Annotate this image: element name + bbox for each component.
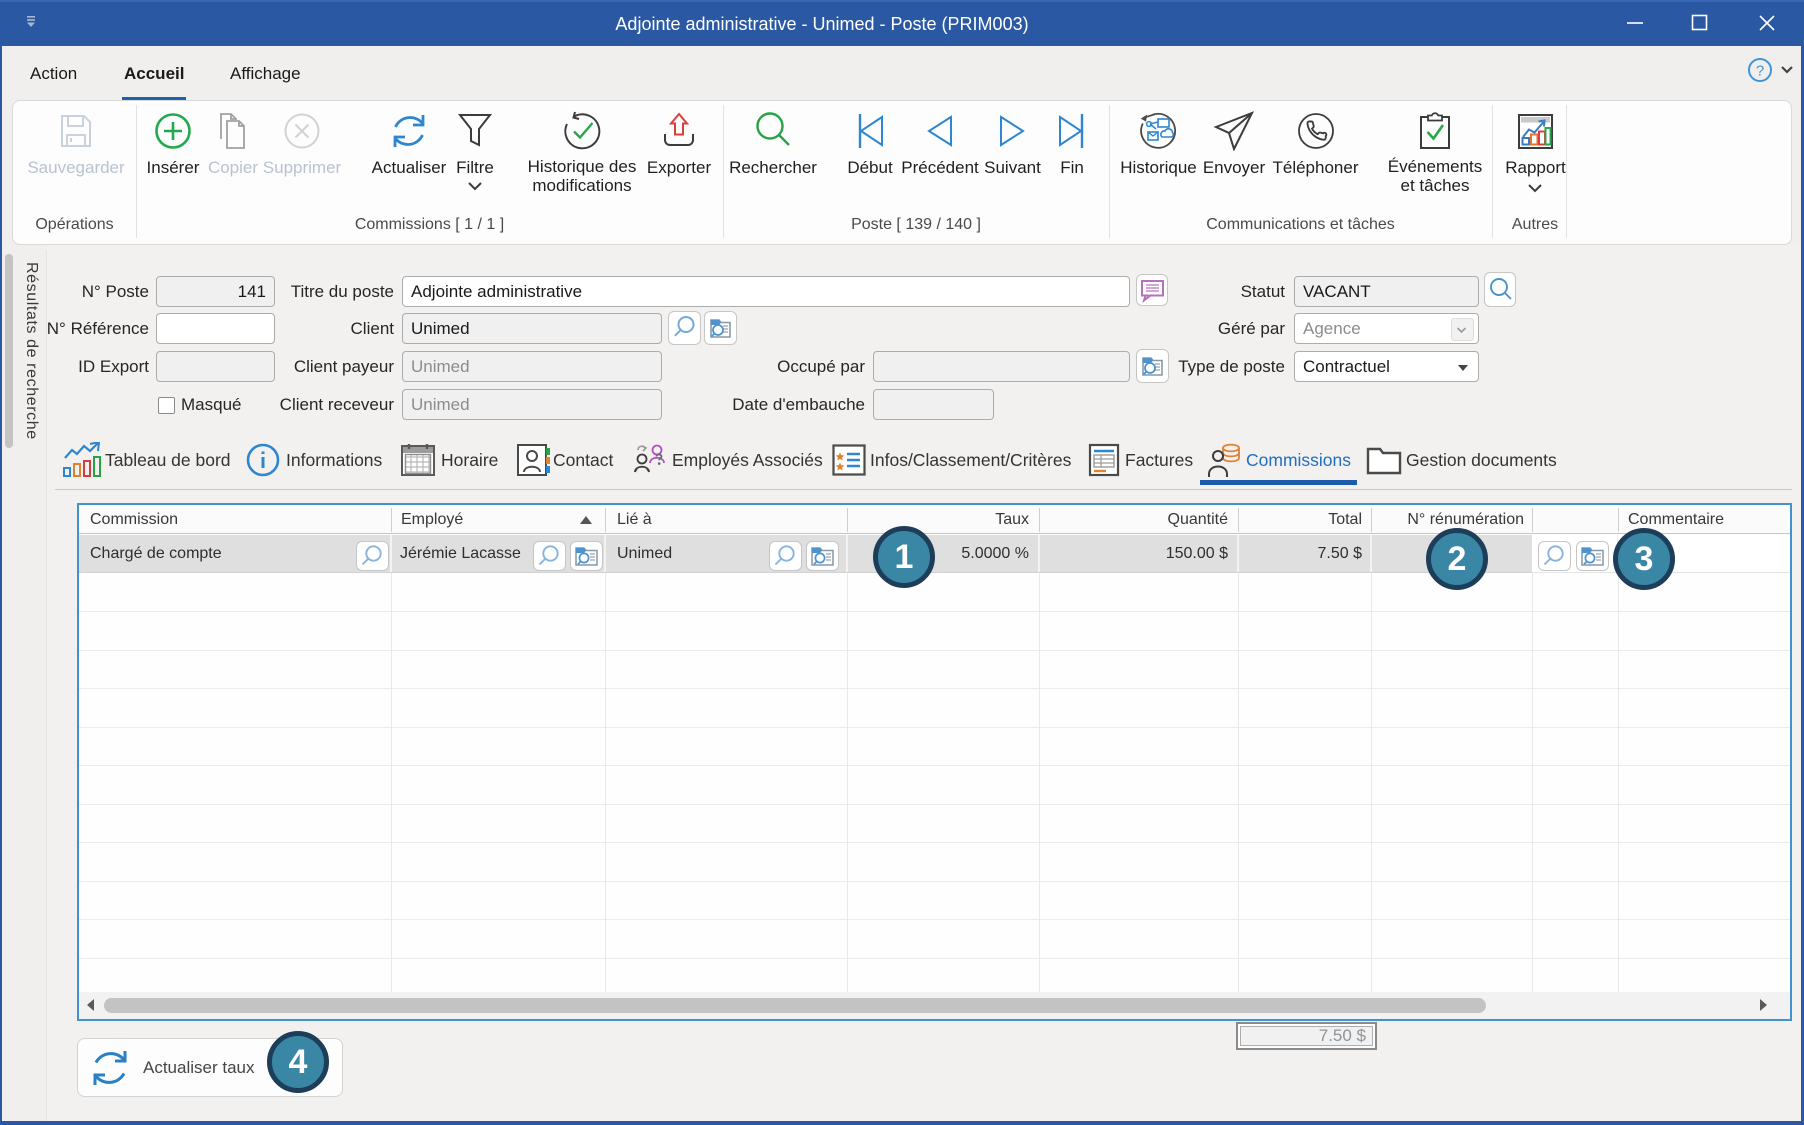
svg-text:?: ? [1756, 63, 1764, 80]
